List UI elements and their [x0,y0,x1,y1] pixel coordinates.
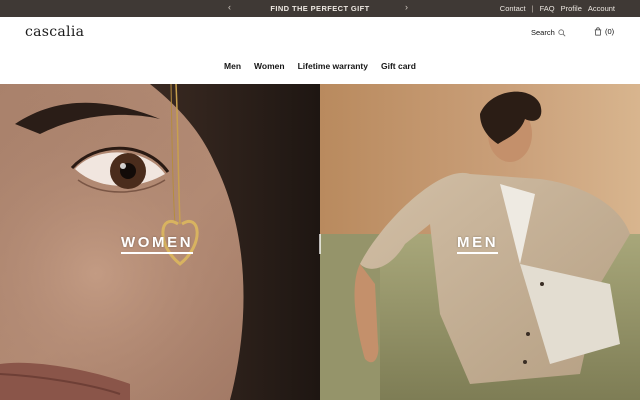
cart-button[interactable]: (0) [594,27,614,36]
slider-divider-handle[interactable] [319,234,321,254]
faq-link[interactable]: FAQ [540,4,555,13]
cart-count: (0) [605,27,615,36]
search-label: Search [531,28,555,37]
utility-links: Contact | FAQ Profile Account [500,4,615,13]
announcement-bar: ‹ FIND THE PERFECT GIFT › Contact | FAQ … [0,0,640,17]
nav-item-women[interactable]: Women [254,61,285,71]
separator: | [531,4,534,13]
search-button[interactable]: Search [531,28,566,37]
search-icon [558,28,566,36]
next-arrow-icon[interactable]: › [405,2,408,12]
main-nav: Men Women Lifetime warranty Gift card [0,61,640,71]
shopping-bag-icon [594,27,602,36]
brand-logo[interactable]: cascalia [25,24,84,40]
site-header: cascalia Search (0) Men Women Lifetime w… [0,17,640,84]
prev-arrow-icon[interactable]: ‹ [228,2,231,12]
nav-item-gift-card[interactable]: Gift card [381,61,416,71]
men-category-link[interactable]: MEN [457,234,499,254]
contact-link[interactable]: Contact [500,4,526,13]
nav-item-men[interactable]: Men [224,61,241,71]
profile-link[interactable]: Profile [561,4,582,13]
women-hero-tile[interactable]: WOMEN [0,84,320,400]
account-link[interactable]: Account [588,4,615,13]
men-hero-tile[interactable]: MEN [320,84,640,400]
women-category-link[interactable]: WOMEN [121,234,194,254]
promo-text[interactable]: FIND THE PERFECT GIFT [250,4,390,13]
nav-item-lifetime-warranty[interactable]: Lifetime warranty [298,61,368,71]
